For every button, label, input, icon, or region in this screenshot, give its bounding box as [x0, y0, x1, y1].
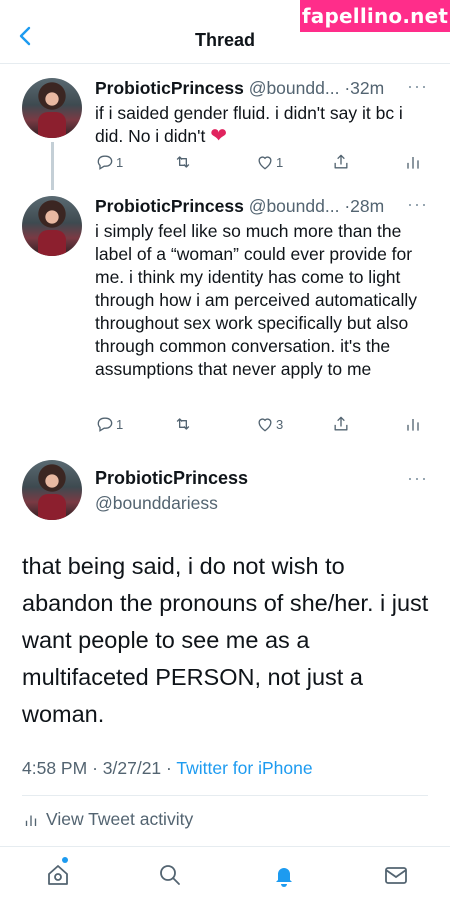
like-count: 1	[276, 154, 284, 170]
messages-icon	[385, 867, 407, 884]
new-content-dot	[62, 857, 68, 863]
notifications-icon	[276, 868, 292, 887]
more-options-icon[interactable]: ···	[407, 194, 428, 215]
author-handle: @boundd...	[248, 78, 340, 98]
author-name[interactable]: ProbioticPrincess	[95, 78, 244, 98]
tab-home[interactable]	[44, 861, 72, 889]
author-name[interactable]: ProbioticPrincess	[95, 468, 248, 489]
more-options-icon[interactable]: ···	[407, 76, 428, 97]
like-count: 3	[276, 416, 284, 432]
heart-emoji: ❤	[210, 125, 227, 147]
reply-button[interactable]: 1	[95, 414, 123, 434]
view-tweet-activity-button[interactable]: View Tweet activity	[22, 809, 193, 830]
top-bar: Thread	[0, 0, 450, 64]
tweet-text: if i saided gender fluid. i didn't say i…	[95, 102, 425, 148]
main-tweet: ProbioticPrincess @bounddariess ··· that…	[0, 448, 450, 846]
retweet-button[interactable]	[173, 414, 194, 434]
like-button[interactable]: 1	[255, 152, 283, 172]
author-handle: @boundd...	[248, 196, 340, 216]
tweet-source-link[interactable]: Twitter for iPhone	[176, 758, 312, 778]
reply-icon	[97, 155, 113, 170]
tweet-text: that being said, i do not wish to abando…	[22, 553, 429, 727]
tweet-timestamp: 4:58 PM · 3/27/21 · Twitter for iPhone	[22, 758, 313, 779]
tweet-meta: ProbioticPrincess @boundd... ·32m	[95, 78, 384, 99]
bottom-tab-bar	[0, 846, 450, 902]
retweet-icon	[176, 418, 190, 430]
analytics-button[interactable]	[403, 152, 423, 172]
tweet-actions: 1 3	[95, 414, 425, 438]
analytics-icon	[25, 815, 37, 826]
more-options-icon[interactable]: ···	[407, 468, 428, 489]
thread-connector	[51, 142, 54, 190]
page-title: Thread	[194, 30, 255, 50]
activity-label: View Tweet activity	[46, 809, 194, 829]
divider	[22, 795, 428, 796]
tweet-actions: 1 1	[95, 152, 425, 176]
author-handle[interactable]: @bounddariess	[95, 493, 218, 514]
tab-notifications[interactable]	[270, 861, 298, 889]
avatar[interactable]	[22, 196, 82, 256]
avatar[interactable]	[22, 78, 82, 138]
share-icon	[334, 416, 348, 431]
separator: ·	[92, 758, 98, 778]
retweet-icon	[176, 156, 190, 168]
tweet-date: 3/27/21	[102, 758, 162, 778]
reply-icon	[97, 417, 113, 432]
share-icon	[334, 154, 348, 169]
thread-tweet-2[interactable]: ProbioticPrincess @boundd... ·28m ··· i …	[0, 190, 450, 448]
retweet-button[interactable]	[173, 152, 194, 172]
tweet-time: 28m	[350, 196, 385, 216]
heart-icon	[258, 418, 272, 432]
tweet-text[interactable]: i simply feel like so much more than the…	[95, 220, 425, 381]
tweet-time: 4:58 PM	[22, 758, 88, 778]
tweet-meta: ProbioticPrincess @boundd... ·28m	[95, 196, 384, 217]
share-button[interactable]	[331, 152, 351, 172]
analytics-icon	[407, 157, 419, 169]
share-button[interactable]	[331, 414, 351, 434]
tweet-time: 32m	[350, 78, 385, 98]
analytics-button[interactable]	[403, 414, 423, 434]
analytics-icon	[407, 419, 419, 431]
separator: ·	[166, 758, 172, 778]
like-button[interactable]: 3	[255, 414, 283, 434]
reply-count: 1	[116, 416, 124, 432]
reply-count: 1	[116, 154, 124, 170]
tab-messages[interactable]	[382, 861, 410, 889]
thread-tweet-1[interactable]: ProbioticPrincess @boundd... ·32m ··· if…	[0, 64, 450, 190]
heart-icon	[258, 156, 272, 170]
tweet-body: if i saided gender fluid. i didn't say i…	[95, 103, 403, 146]
reply-button[interactable]: 1	[95, 152, 123, 172]
home-icon	[48, 865, 68, 885]
tab-search[interactable]	[156, 861, 184, 889]
avatar[interactable]	[22, 460, 82, 520]
author-name[interactable]: ProbioticPrincess	[95, 196, 244, 216]
search-icon	[160, 865, 180, 885]
